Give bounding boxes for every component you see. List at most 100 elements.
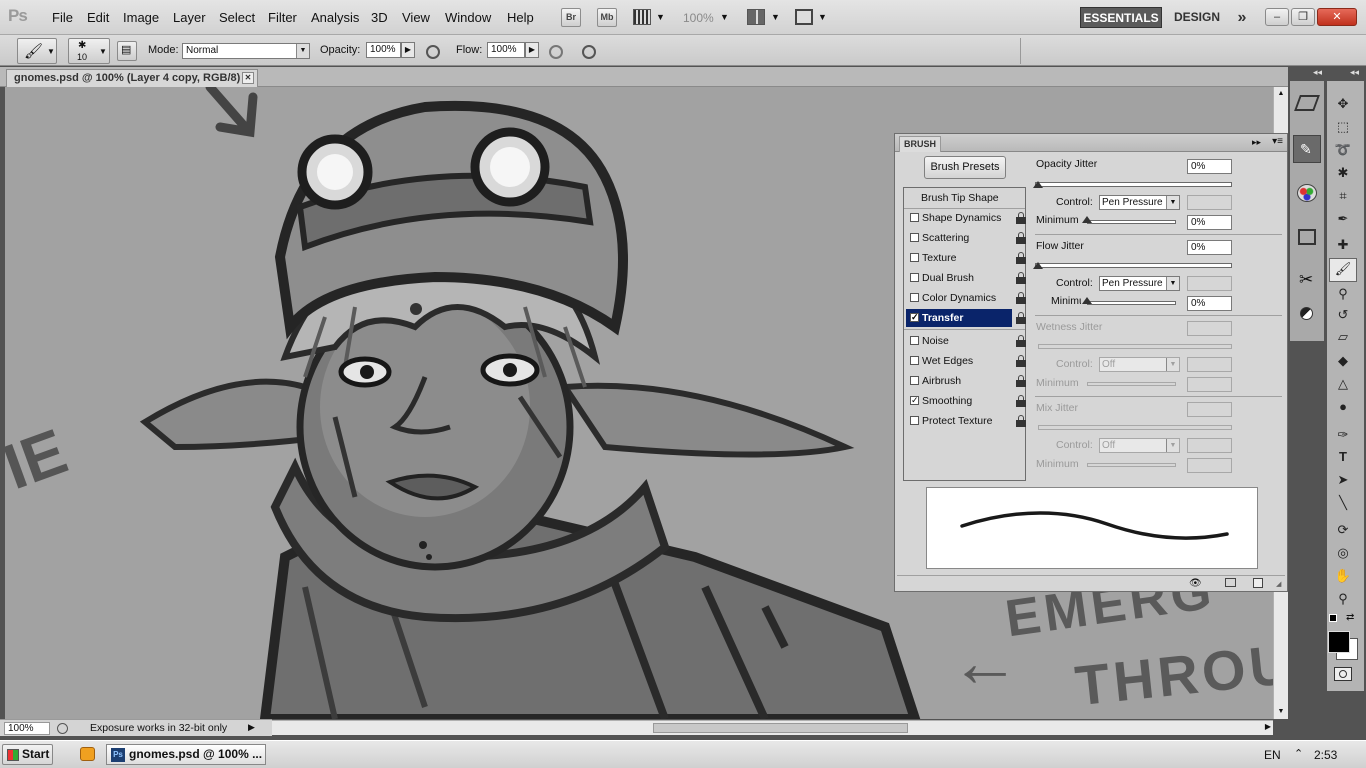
blur-tool-icon[interactable]: △ — [1331, 374, 1355, 394]
zoom-tool-icon[interactable]: ⚲ — [1331, 589, 1355, 609]
checkbox-checked[interactable]: ✓ — [910, 313, 919, 322]
move-tool-icon[interactable]: ✥ — [1331, 94, 1355, 114]
screen-mode-icon[interactable] — [795, 9, 813, 25]
view-extras-icon[interactable] — [633, 9, 651, 25]
default-colors-icon[interactable] — [1329, 614, 1337, 622]
menu-view[interactable]: View — [402, 10, 430, 25]
marquee-tool-icon[interactable]: ⬚ — [1331, 117, 1355, 137]
brush-setting-color-dynamics[interactable]: Color Dynamics — [906, 289, 1012, 307]
checkbox[interactable] — [910, 213, 919, 222]
menu-layer[interactable]: Layer — [173, 10, 206, 25]
chevron-down-icon[interactable]: ▼ — [720, 12, 729, 22]
brush-grid-icon[interactable] — [1225, 578, 1236, 587]
opacity-control-select[interactable]: Pen Pressure ▼ — [1099, 195, 1180, 210]
checkbox[interactable] — [910, 293, 919, 302]
menu-analysis[interactable]: Analysis — [311, 10, 359, 25]
clock[interactable]: 2:53 — [1314, 748, 1337, 762]
lock-icon[interactable] — [1016, 355, 1026, 367]
clone-stamp-tool-icon[interactable]: ⚲ — [1331, 284, 1355, 304]
workspace-essentials[interactable]: ESSENTIALS — [1080, 7, 1162, 28]
adjustments-icon[interactable] — [1300, 307, 1313, 320]
checkbox[interactable] — [910, 233, 919, 242]
airbrush-icon[interactable] — [549, 45, 563, 59]
opacity-input[interactable]: 100% — [366, 42, 401, 58]
pressure-size-icon[interactable] — [582, 45, 596, 59]
quick-select-tool-icon[interactable]: ✱ — [1331, 163, 1355, 183]
3d-rotate-tool-icon[interactable]: ⟳ — [1331, 520, 1355, 540]
start-button[interactable]: Start — [2, 744, 53, 765]
status-info-icon[interactable] — [57, 723, 68, 734]
lock-icon[interactable] — [1016, 375, 1026, 387]
checkbox[interactable] — [910, 273, 919, 282]
resize-grip-icon[interactable]: ◢ — [1276, 580, 1281, 588]
media-player-icon[interactable] — [80, 747, 95, 761]
menu-select[interactable]: Select — [219, 10, 255, 25]
collapse-panel-icon[interactable]: ▸▸ — [1252, 137, 1261, 148]
chevron-down-icon[interactable]: ▼ — [656, 12, 665, 22]
toggle-brush-panel-button[interactable]: ▤ — [117, 41, 137, 61]
brush-panel-tab[interactable]: BRUSH — [899, 136, 941, 152]
lock-icon[interactable] — [1016, 232, 1026, 244]
bucket-tool-icon[interactable]: ◆ — [1331, 351, 1355, 371]
close-document-icon[interactable]: ✕ — [242, 72, 254, 84]
workspace-design[interactable]: DESIGN — [1168, 7, 1226, 28]
checkbox[interactable] — [910, 416, 919, 425]
brush-setting-transfer[interactable]: ✓ Transfer — [906, 309, 1012, 327]
slider-knob[interactable] — [1082, 216, 1092, 223]
brush-setting-airbrush[interactable]: Airbrush — [906, 372, 1012, 390]
brush-setting-dual-brush[interactable]: Dual Brush — [906, 269, 1012, 287]
lock-icon[interactable] — [1016, 415, 1026, 427]
history-brush-tool-icon[interactable]: ↺ — [1331, 305, 1355, 325]
swap-colors-icon[interactable]: ⇄ — [1346, 612, 1354, 623]
dodge-tool-icon[interactable]: ● — [1331, 397, 1355, 417]
menu-image[interactable]: Image — [123, 10, 159, 25]
flow-minimum-input[interactable]: 0% — [1187, 296, 1232, 311]
brush-setting-smoothing[interactable]: ✓ Smoothing — [906, 392, 1012, 410]
eraser-tool-icon[interactable]: ▱ — [1331, 327, 1355, 347]
menu-window[interactable]: Window — [445, 10, 491, 25]
mode-select[interactable]: Normal ▼ — [182, 43, 310, 59]
restore-button[interactable]: ❐ — [1291, 8, 1315, 26]
layers-panel-icon[interactable] — [1294, 95, 1320, 111]
shape-tool-icon[interactable]: ╲ — [1331, 493, 1355, 513]
zoom-level[interactable]: 100% — [683, 11, 714, 25]
checkbox-checked[interactable]: ✓ — [910, 396, 919, 405]
bridge-button[interactable]: Br — [561, 8, 581, 27]
lasso-tool-icon[interactable]: ➰ — [1331, 140, 1355, 160]
language-indicator[interactable]: EN — [1264, 748, 1281, 762]
lock-icon[interactable] — [1016, 212, 1026, 224]
chevron-down-icon[interactable]: ▼ — [818, 12, 827, 22]
menu-edit[interactable]: Edit — [87, 10, 109, 25]
slider-knob[interactable] — [1033, 262, 1043, 269]
lock-icon[interactable] — [1016, 292, 1026, 304]
opacity-minimum-slider[interactable] — [1087, 220, 1176, 224]
tools-preset-icon[interactable]: ✂ — [1299, 270, 1313, 290]
new-brush-icon[interactable] — [1253, 578, 1263, 588]
flow-jitter-input[interactable]: 0% — [1187, 240, 1232, 255]
flow-jitter-slider[interactable] — [1035, 263, 1232, 268]
lock-icon[interactable] — [1016, 252, 1026, 264]
arrange-documents-icon[interactable] — [747, 9, 765, 25]
flow-slider-arrow[interactable]: ▶ — [525, 42, 539, 58]
3d-orbit-tool-icon[interactable]: ◎ — [1331, 543, 1355, 563]
horizontal-scrollbar[interactable]: ◀ ▶ — [258, 720, 1273, 735]
collapse-dock-icon[interactable]: ◂◂ — [1313, 67, 1322, 78]
brush-setting-wet-edges[interactable]: Wet Edges — [906, 352, 1012, 370]
slider-knob[interactable] — [1033, 181, 1043, 188]
lock-icon[interactable] — [1016, 335, 1026, 347]
scroll-down-arrow[interactable]: ▼ — [1275, 706, 1287, 718]
brush-tool-icon[interactable]: 🖌 — [1329, 258, 1357, 282]
brush-panel-icon-active[interactable]: ✎ — [1293, 135, 1321, 163]
scroll-thumb[interactable] — [653, 723, 908, 733]
lock-icon[interactable] — [1016, 272, 1026, 284]
eyedropper-tool-icon[interactable]: ✒ — [1331, 209, 1355, 229]
checkbox[interactable] — [910, 253, 919, 262]
opacity-jitter-slider[interactable] — [1035, 182, 1232, 187]
opacity-minimum-input[interactable]: 0% — [1187, 215, 1232, 230]
path-select-tool-icon[interactable]: ➤ — [1331, 470, 1355, 490]
minimize-button[interactable]: – — [1265, 8, 1289, 26]
healing-tool-icon[interactable]: ✚ — [1331, 235, 1355, 255]
pressure-opacity-icon[interactable] — [426, 45, 440, 59]
opacity-jitter-input[interactable]: 0% — [1187, 159, 1232, 174]
scroll-up-arrow[interactable]: ▲ — [1275, 88, 1287, 100]
